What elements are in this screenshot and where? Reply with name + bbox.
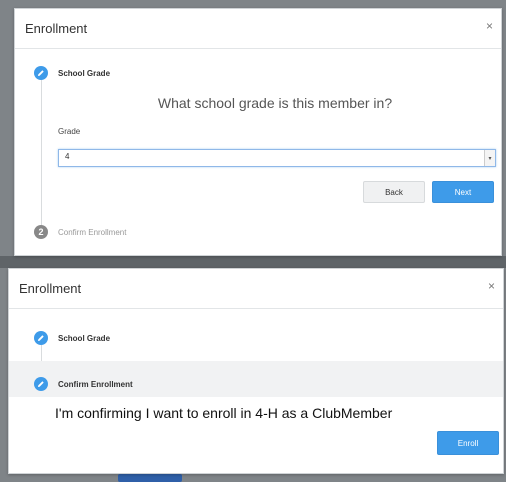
step-school-grade[interactable]: School Grade [34, 66, 110, 80]
modal-title: Enrollment [19, 281, 82, 296]
step-label: School Grade [58, 68, 111, 78]
enroll-button[interactable]: Enroll [437, 431, 499, 455]
close-icon[interactable]: × [488, 279, 495, 293]
pencil-icon [34, 66, 48, 80]
next-button[interactable]: Next [432, 181, 494, 203]
grade-question: What school grade is this member in? [157, 95, 393, 111]
pencil-icon [34, 377, 48, 391]
enrollment-modal-step-grade: Enrollment × School Grade What school gr… [14, 8, 502, 256]
back-button[interactable]: Back [363, 181, 425, 203]
step-connector [41, 79, 42, 229]
grade-select[interactable]: 4 ▾ [58, 149, 496, 167]
step-label: Confirm Enrollment [58, 379, 133, 389]
grade-field-label: Grade [58, 127, 81, 136]
grade-select-value: 4 [65, 152, 70, 161]
enrollment-modal-step-confirm: Enrollment × School Grade Confirm Enroll… [8, 268, 504, 474]
confirm-statement: I'm confirming I want to enroll in 4-H a… [55, 405, 393, 421]
modal-title: Enrollment [25, 21, 88, 36]
close-icon[interactable]: × [486, 19, 493, 33]
step-number-badge: 2 [34, 225, 48, 239]
backdrop-strip [0, 256, 506, 268]
step-label: Confirm Enrollment [58, 227, 127, 237]
pencil-icon [34, 331, 48, 345]
modal-header: Enrollment × [9, 269, 503, 309]
step-label: School Grade [58, 333, 111, 343]
backdrop-button [118, 474, 182, 482]
step-confirm-enrollment[interactable]: Confirm Enrollment [34, 377, 133, 391]
chevron-down-icon[interactable]: ▾ [484, 150, 495, 166]
step-confirm-enrollment[interactable]: 2 Confirm Enrollment [34, 225, 126, 239]
modal-header: Enrollment × [15, 9, 501, 49]
step-school-grade[interactable]: School Grade [34, 331, 110, 345]
